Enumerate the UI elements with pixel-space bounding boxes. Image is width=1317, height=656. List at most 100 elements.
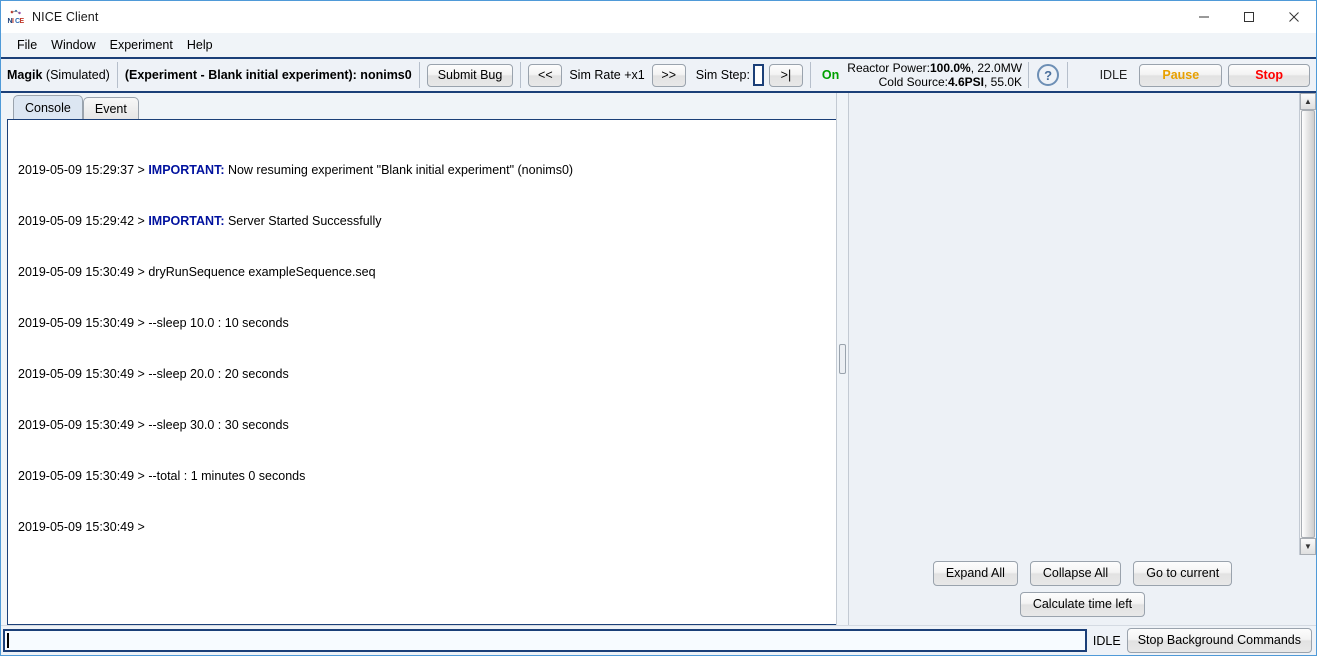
sequence-tree-body: ▲ ▼ <box>848 93 1316 555</box>
sim-step-input[interactable] <box>753 64 764 86</box>
reactor-power-label: Reactor Power: <box>847 61 930 75</box>
sequence-tree-buttons: Expand All Collapse All Go to current Ca… <box>848 555 1316 625</box>
console-line-timestamp: 2019-05-09 15:30:49 > <box>18 469 148 483</box>
cold-source-label: Cold Source: <box>879 75 948 89</box>
nice-client-window: N I C E NICE Client <box>0 0 1317 656</box>
menubar: File Window Experiment Help <box>1 33 1316 57</box>
console-line: 2019-05-09 15:30:49 > --total : 1 minute… <box>18 468 836 485</box>
sim-rate-decrease-button[interactable]: << <box>528 64 562 87</box>
console-line-text: --sleep 10.0 : 10 seconds <box>148 316 288 330</box>
go-to-current-button[interactable]: Go to current <box>1133 561 1232 586</box>
scroll-up-icon[interactable]: ▲ <box>1300 93 1316 110</box>
console-line-timestamp: 2019-05-09 15:30:49 > <box>18 418 148 432</box>
cold-source-value: 4.6PSI <box>948 75 984 89</box>
toolbar-separator-1 <box>117 62 118 88</box>
maximize-icon <box>1243 11 1255 23</box>
console-log: 2019-05-09 15:29:37 > IMPORTANT: Now res… <box>8 120 836 570</box>
instrument-name: Magik <box>7 68 42 82</box>
sim-rate-increase-button[interactable]: >> <box>652 64 686 87</box>
toolbar-separator-5 <box>1028 62 1029 88</box>
tab-event[interactable]: Event <box>83 97 139 119</box>
pane-splitter[interactable] <box>836 93 848 625</box>
window-controls <box>1181 1 1316 33</box>
toolbar-separator-6 <box>1067 62 1068 88</box>
minimize-button[interactable] <box>1181 1 1226 33</box>
cold-source-line: Cold Source:4.6PSI, 55.0K <box>847 75 1022 89</box>
console-line-timestamp: 2019-05-09 15:29:37 > <box>18 163 148 177</box>
console-line: 2019-05-09 15:29:42 > IMPORTANT: Server … <box>18 213 836 230</box>
statusbar-status-label: IDLE <box>1087 634 1127 648</box>
text-caret <box>7 633 9 648</box>
menu-item-help[interactable]: Help <box>181 35 219 55</box>
close-button[interactable] <box>1271 1 1316 33</box>
console-line-text: --sleep 30.0 : 30 seconds <box>148 418 288 432</box>
collapse-all-button[interactable]: Collapse All <box>1030 561 1121 586</box>
menu-item-file[interactable]: File <box>11 35 43 55</box>
console-line-text: Server Started Successfully <box>224 214 381 228</box>
stop-button[interactable]: Stop <box>1228 64 1310 87</box>
console-line-important: IMPORTANT: <box>148 163 224 177</box>
console-line-timestamp: 2019-05-09 15:29:42 > <box>18 214 148 228</box>
experiment-label: (Experiment - Blank initial experiment):… <box>125 68 412 82</box>
console-line: 2019-05-09 15:29:37 > IMPORTANT: Now res… <box>18 162 836 179</box>
instrument-label: Magik (Simulated) <box>3 68 110 82</box>
toolbar-status-label: IDLE <box>1100 68 1134 82</box>
console-line-text: --total : 1 minutes 0 seconds <box>148 469 305 483</box>
menu-item-window[interactable]: Window <box>45 35 101 55</box>
console-line-text: Now resuming experiment "Blank initial e… <box>224 163 573 177</box>
maximize-button[interactable] <box>1226 1 1271 33</box>
console-line-timestamp: 2019-05-09 15:30:49 > <box>18 520 148 534</box>
help-icon[interactable]: ? <box>1037 64 1059 86</box>
toolbar-separator-2 <box>419 62 420 88</box>
console-line-timestamp: 2019-05-09 15:30:49 > <box>18 265 148 279</box>
toolbar-right-group: IDLE Pause Stop <box>1100 64 1314 87</box>
pause-button[interactable]: Pause <box>1139 64 1222 87</box>
window-titlebar: N I C E NICE Client <box>1 1 1316 33</box>
calculate-time-left-button[interactable]: Calculate time left <box>1020 592 1145 617</box>
sim-step-label: Sim Step: <box>696 68 750 82</box>
console-line: 2019-05-09 15:30:49 > <box>18 519 836 536</box>
window-title: NICE Client <box>32 10 98 24</box>
submit-bug-button[interactable]: Submit Bug <box>427 64 514 87</box>
reactor-readouts: Reactor Power:100.0%, 22.0MW Cold Source… <box>843 61 1026 89</box>
scrollbar-thumb[interactable] <box>1301 110 1315 538</box>
console-output-area[interactable]: 2019-05-09 15:29:37 > IMPORTANT: Now res… <box>7 119 836 625</box>
reactor-power-line: Reactor Power:100.0%, 22.0MW <box>847 61 1022 75</box>
toolbar-separator-4 <box>810 62 811 88</box>
console-line-important: IMPORTANT: <box>148 214 224 228</box>
minimize-icon <box>1198 11 1210 23</box>
status-bar: IDLE Stop Background Commands <box>1 625 1316 655</box>
sequence-tree-scrollbar[interactable]: ▲ ▼ <box>1299 93 1316 555</box>
stop-background-commands-button[interactable]: Stop Background Commands <box>1127 628 1312 653</box>
console-line-timestamp: 2019-05-09 15:30:49 > <box>18 367 148 381</box>
main-toolbar: Magik (Simulated) (Experiment - Blank in… <box>1 57 1316 93</box>
menu-item-experiment[interactable]: Experiment <box>104 35 179 55</box>
tree-button-row-2: Calculate time left <box>849 592 1316 617</box>
cold-source-extra: , 55.0K <box>984 75 1022 89</box>
expand-all-button[interactable]: Expand All <box>933 561 1018 586</box>
tab-console[interactable]: Console <box>13 95 83 119</box>
sim-step-forward-button[interactable]: >| <box>769 64 803 87</box>
console-line-timestamp: 2019-05-09 15:30:49 > <box>18 316 148 330</box>
console-tabstrip: Console Event <box>1 93 836 119</box>
svg-text:I: I <box>12 18 14 25</box>
close-icon <box>1288 11 1300 23</box>
console-line-text: dryRunSequence exampleSequence.seq <box>148 265 375 279</box>
toolbar-separator-3 <box>520 62 521 88</box>
console-line-text: --sleep 20.0 : 20 seconds <box>148 367 288 381</box>
reactor-on-status: On <box>818 68 843 82</box>
sim-rate-label: Sim Rate +x1 <box>569 68 644 82</box>
reactor-power-extra: , 22.0MW <box>971 61 1022 75</box>
main-content: Console Event 2019-05-09 15:29:37 > IMPO… <box>1 93 1316 625</box>
console-pane: Console Event 2019-05-09 15:29:37 > IMPO… <box>1 93 836 625</box>
scrollbar-track[interactable] <box>1300 110 1316 538</box>
command-input[interactable] <box>3 629 1087 652</box>
reactor-power-value: 100.0% <box>930 61 971 75</box>
nice-logo-icon: N I C E <box>7 8 25 26</box>
splitter-grip-icon[interactable] <box>839 344 846 374</box>
sequence-tree-view[interactable] <box>848 93 1299 555</box>
scroll-down-icon[interactable]: ▼ <box>1300 538 1316 555</box>
instrument-mode: (Simulated) <box>46 68 110 82</box>
sequence-tree-pane: ▲ ▼ Expand All Collapse All Go to curren… <box>848 93 1316 625</box>
console-line: 2019-05-09 15:30:49 > --sleep 10.0 : 10 … <box>18 315 836 332</box>
